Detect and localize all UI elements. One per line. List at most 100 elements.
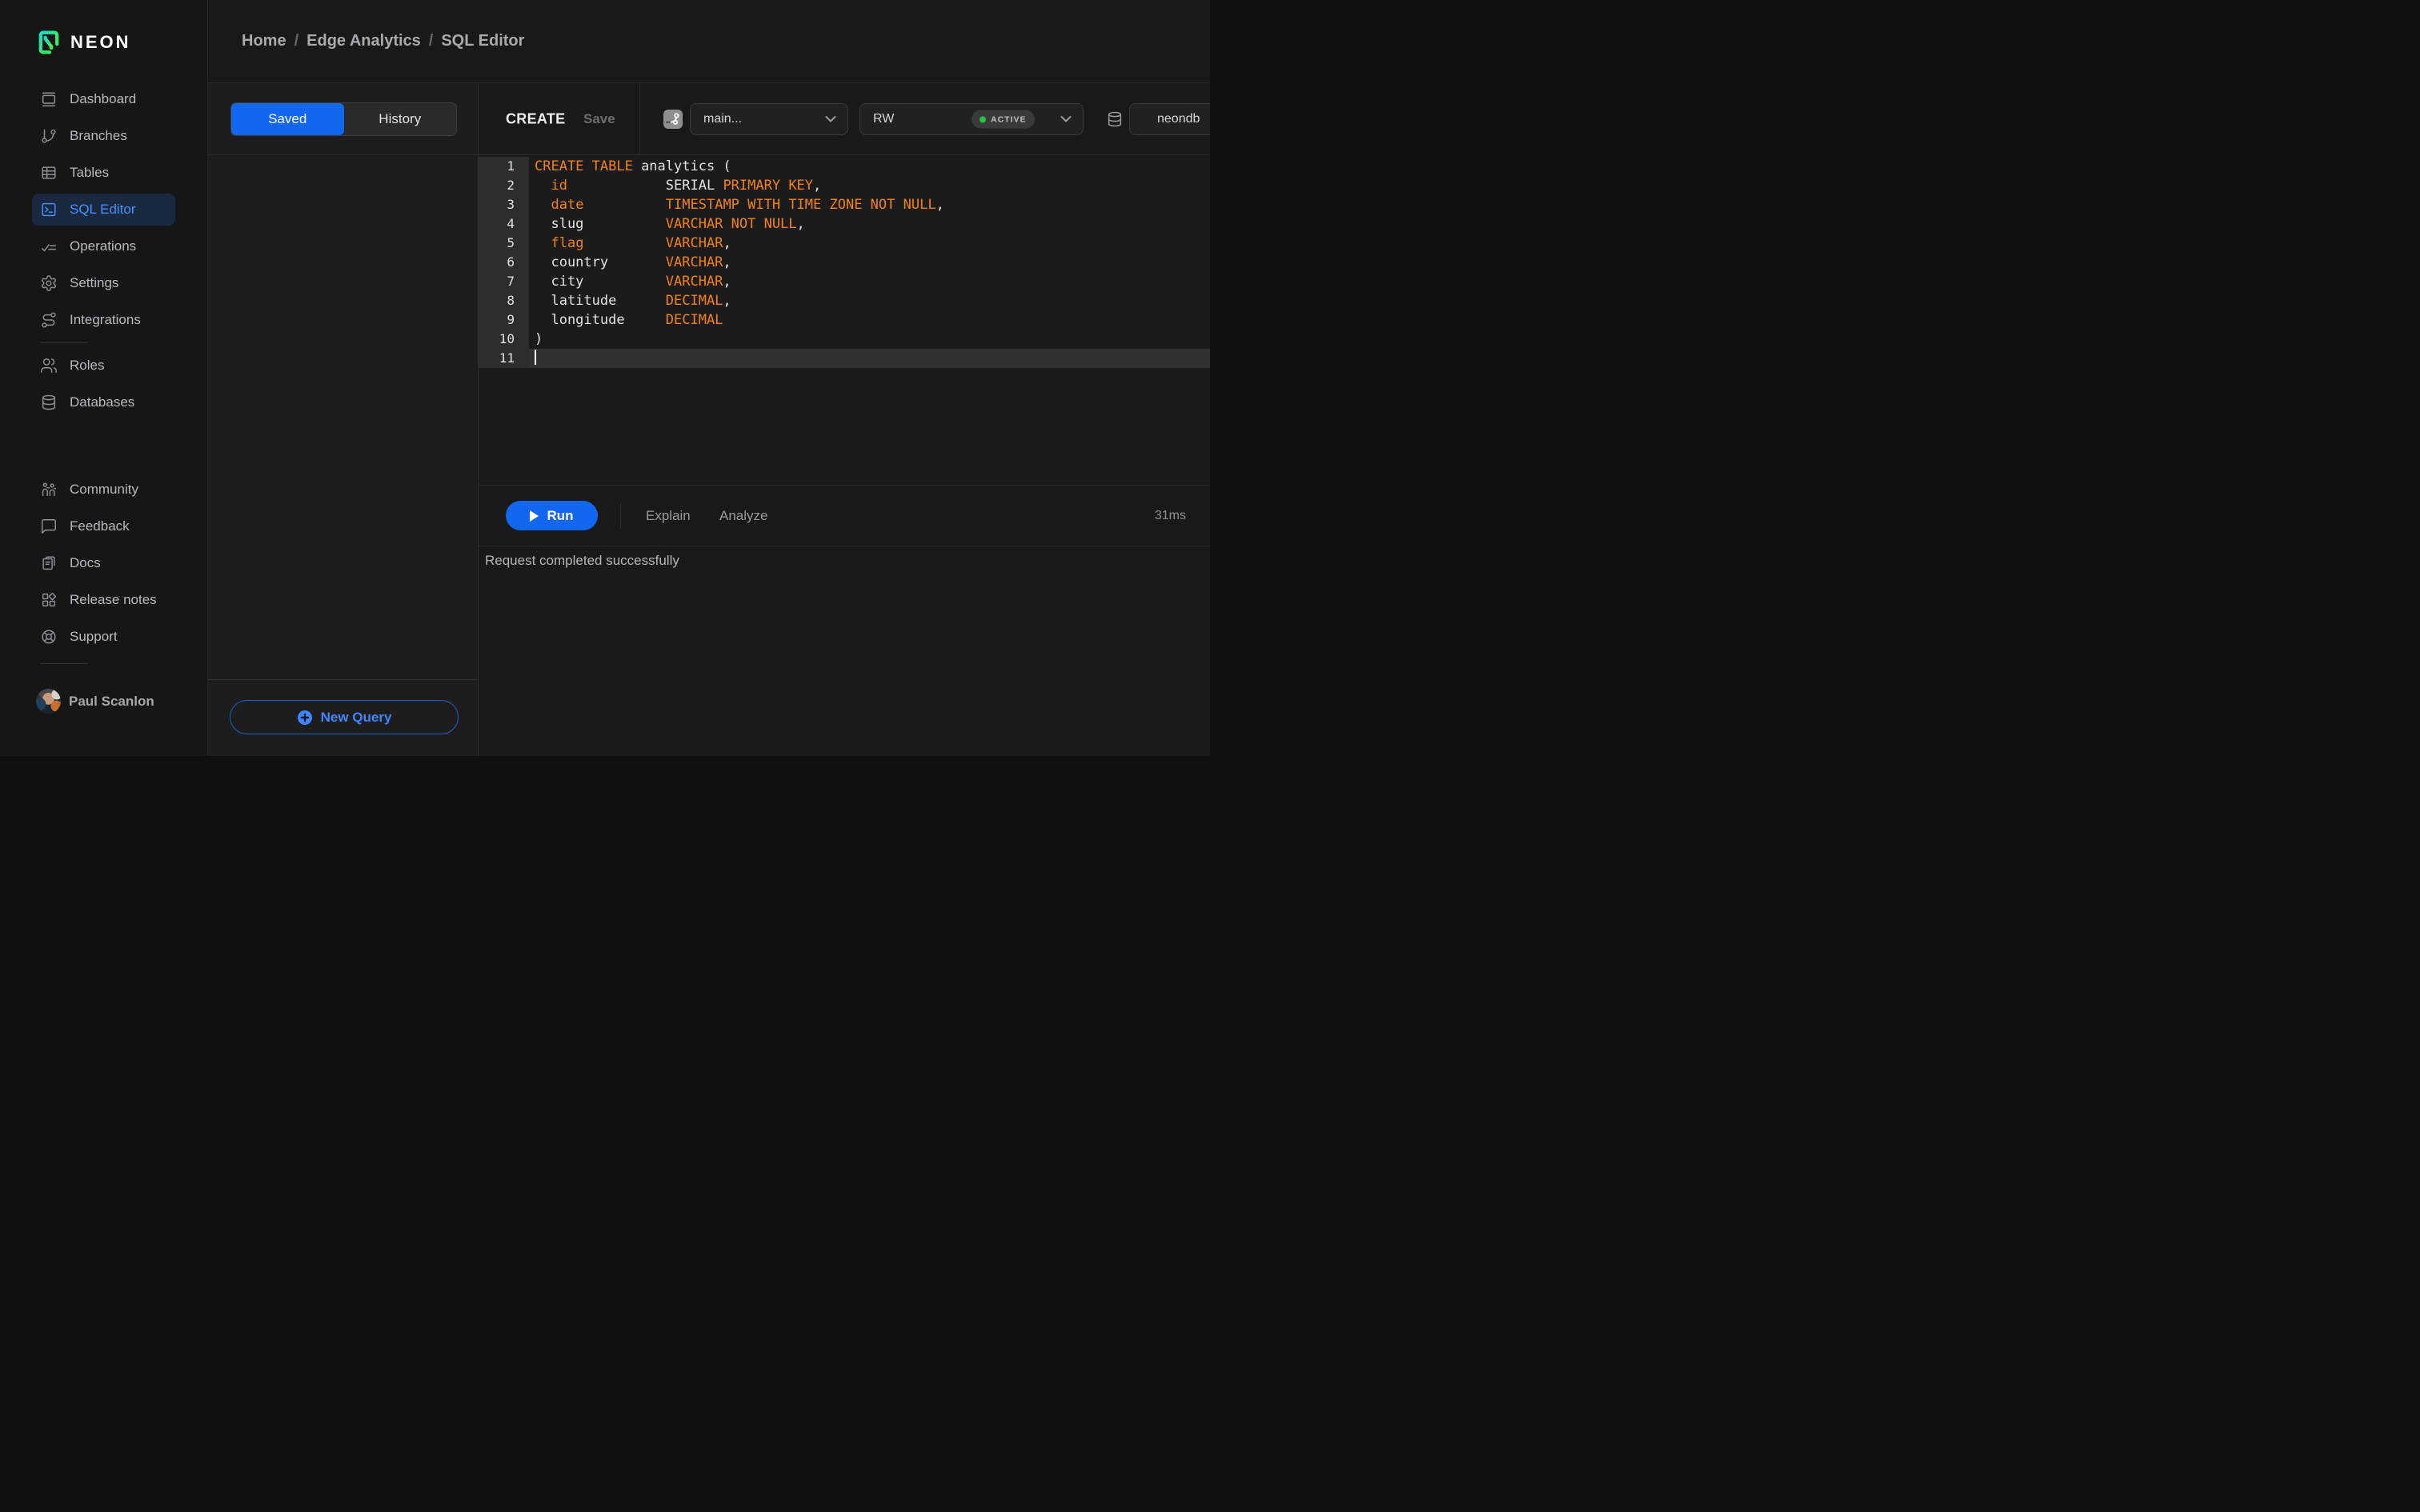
sidebar-item-databases[interactable]: Databases: [32, 386, 175, 418]
line-number: 6: [479, 253, 529, 272]
code-line: 11: [479, 349, 1210, 368]
status-badge: ACTIVE: [972, 110, 1035, 129]
endpoint-value: RW: [873, 112, 895, 126]
line-number: 8: [479, 291, 529, 310]
sidebar-item-label: Tables: [70, 165, 110, 180]
branch-icon-button[interactable]: [663, 110, 683, 129]
queries-footer: New Query: [208, 679, 478, 756]
operations-icon: [40, 238, 58, 255]
sidebar-item-dashboard[interactable]: Dashboard: [32, 83, 175, 115]
new-query-label: New Query: [320, 709, 392, 725]
line-number: 9: [479, 310, 529, 330]
sidebar-item-sql-editor[interactable]: SQL Editor: [32, 194, 175, 226]
databases-icon: [40, 394, 58, 411]
sidebar-divider: [40, 663, 88, 664]
breadcrumb-separator: /: [294, 32, 299, 50]
explain-button[interactable]: Explain: [646, 508, 691, 524]
sidebar-item-release-notes[interactable]: Release notes: [32, 584, 175, 616]
neon-console-window: NEON Dashboard Branches Tables SQL Editor Op…: [0, 0, 1210, 756]
code-line-content: country VARCHAR,: [535, 254, 731, 270]
main-area: Home / Edge Analytics / SQL Editor Saved His…: [208, 0, 1210, 756]
breadcrumb: Home / Edge Analytics / SQL Editor: [242, 32, 524, 50]
breadcrumb-bar: Home / Edge Analytics / SQL Editor: [208, 0, 1210, 83]
sidebar-item-branches[interactable]: Branches: [32, 120, 175, 152]
support-icon: [40, 628, 58, 646]
run-button[interactable]: Run: [506, 501, 598, 530]
code-line-content: ): [535, 331, 543, 347]
code-line: 3 date TIMESTAMP WITH TIME ZONE NOT NULL…: [479, 195, 1210, 214]
tab-history[interactable]: History: [343, 103, 456, 135]
settings-icon: [40, 274, 58, 292]
sidebar-item-docs[interactable]: Docs: [32, 547, 175, 579]
status-badge-label: ACTIVE: [991, 114, 1027, 124]
query-title: CREATE: [506, 110, 566, 126]
chevron-down-icon: [825, 116, 836, 123]
save-button[interactable]: Save: [579, 110, 620, 128]
toolbar-divider: [639, 83, 640, 154]
run-divider: [620, 503, 621, 529]
run-toolbar: Run Explain Analyze 31ms: [479, 485, 1210, 546]
code-line: 8 latitude DECIMAL,: [479, 291, 1210, 310]
query-duration: 31ms: [1154, 508, 1186, 522]
new-query-button[interactable]: New Query: [230, 700, 459, 734]
code-line-content: date TIMESTAMP WITH TIME ZONE NOT NULL,: [551, 197, 944, 213]
status-message: Request completed successfully: [479, 546, 1210, 756]
release-notes-icon: [40, 591, 58, 609]
sql-editor-panel: CREATE Save main... RW ACTIVE neondb 1 C…: [479, 83, 1210, 756]
breadcrumb-item-home[interactable]: Home: [242, 32, 286, 50]
community-icon: [40, 481, 58, 498]
sidebar-item-community[interactable]: Community: [32, 474, 175, 506]
sql-editor-icon: [40, 201, 58, 218]
sidebar-item-operations[interactable]: Operations: [32, 230, 175, 262]
sidebar-item-label: Docs: [70, 555, 101, 570]
tab-saved[interactable]: Saved: [231, 103, 344, 135]
database-select[interactable]: neondb: [1129, 103, 1210, 135]
branch-select[interactable]: main...: [690, 103, 848, 135]
sidebar-item-integrations[interactable]: Integrations: [32, 304, 175, 336]
line-number: 4: [479, 214, 529, 234]
roles-icon: [40, 357, 58, 374]
code-line: 7 city VARCHAR,: [479, 272, 1210, 291]
code-line-content: slug VARCHAR NOT NULL,: [535, 216, 805, 232]
sidebar-item-settings[interactable]: Settings: [32, 267, 175, 299]
sidebar: NEON Dashboard Branches Tables SQL Editor Op…: [0, 0, 208, 756]
analyze-button[interactable]: Analyze: [719, 508, 767, 524]
sidebar-item-feedback[interactable]: Feedback: [32, 510, 175, 542]
text-cursor: [535, 350, 536, 365]
saved-history-toggle: Saved History: [230, 102, 457, 136]
code-line: 1 CREATE TABLE analytics (: [479, 157, 1210, 176]
code-line: 9 longitude DECIMAL: [479, 310, 1210, 330]
sidebar-item-tables[interactable]: Tables: [32, 157, 175, 189]
run-label: Run: [547, 507, 574, 523]
branch-select-value: main...: [703, 112, 743, 126]
user-name: Paul Scanlon: [69, 693, 154, 709]
line-number: 10: [479, 330, 529, 349]
breadcrumb-separator: /: [428, 32, 434, 50]
git-branch-icon: [665, 111, 681, 127]
code-line-content: latitude DECIMAL,: [535, 293, 731, 309]
breadcrumb-item-edge-analytics[interactable]: Edge Analytics: [307, 32, 421, 50]
sidebar-divider: [40, 342, 88, 343]
sidebar-item-label: Databases: [70, 394, 135, 410]
line-number: 1: [479, 157, 529, 176]
line-number: 11: [479, 349, 529, 368]
code-lines: 1 CREATE TABLE analytics (2 id SERIAL PRI…: [479, 157, 1210, 368]
user-menu[interactable]: Paul Scanlon: [36, 689, 154, 714]
code-line-content: city VARCHAR,: [535, 274, 731, 290]
code-editor[interactable]: 1 CREATE TABLE analytics (2 id SERIAL PRI…: [479, 155, 1210, 485]
database-select-value: neondb: [1157, 112, 1200, 126]
brand-logo[interactable]: NEON: [37, 30, 131, 54]
sidebar-item-support[interactable]: Support: [32, 621, 175, 653]
sidebar-item-label: Feedback: [70, 518, 130, 534]
sidebar-item-roles[interactable]: Roles: [32, 350, 175, 382]
code-line-content: CREATE TABLE analytics (: [535, 158, 731, 174]
tables-icon: [40, 164, 58, 182]
feedback-icon: [40, 518, 58, 535]
queries-toolbar: Saved History: [208, 83, 478, 155]
branches-icon: [40, 127, 58, 145]
neon-logo-icon: [37, 30, 61, 54]
sidebar-item-label: Support: [70, 629, 118, 644]
compute-endpoint-select[interactable]: RW ACTIVE: [859, 103, 1084, 135]
line-number: 2: [479, 176, 529, 195]
